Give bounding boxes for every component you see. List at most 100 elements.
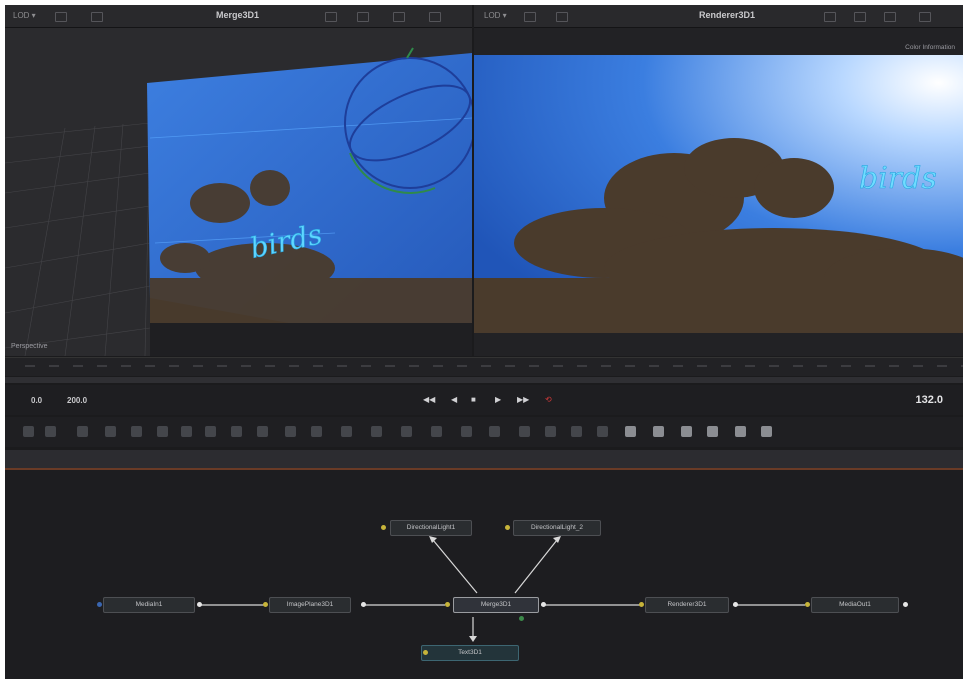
- tool-icon[interactable]: [571, 426, 582, 437]
- viewer-tool-icon[interactable]: [824, 12, 836, 22]
- text3d-render: birds: [859, 161, 937, 196]
- play-reverse-button[interactable]: ◀: [451, 395, 457, 404]
- ruler-tick: [385, 365, 395, 367]
- ruler-tick: [529, 365, 539, 367]
- tool-icon[interactable]: [461, 426, 472, 437]
- node-input-port[interactable]: [445, 602, 450, 607]
- ruler-tick: [25, 365, 35, 367]
- fusion-page: LOD ▾ Merge3D1 LOD ▾ Renderer3D1 birds P…: [5, 5, 963, 679]
- ruler-tick: [409, 365, 419, 367]
- viewer-left-corner-label: Perspective: [11, 343, 48, 350]
- tool-icon[interactable]: [653, 426, 664, 437]
- viewer-right-corner-label: Color Information: [905, 44, 955, 51]
- node-input-port[interactable]: [97, 602, 102, 607]
- render-start-field[interactable]: 0.0: [31, 396, 42, 405]
- viewer-tool-icon[interactable]: [393, 12, 405, 22]
- tool-icon[interactable]: [597, 426, 608, 437]
- node-output-port[interactable]: [541, 602, 546, 607]
- ruler-tick: [121, 365, 131, 367]
- tool-icon[interactable]: [311, 426, 322, 437]
- tool-icon[interactable]: [105, 426, 116, 437]
- tool-icon[interactable]: [681, 426, 692, 437]
- node-output-port[interactable]: [197, 602, 202, 607]
- node-mediaout[interactable]: MediaOut1: [811, 597, 899, 613]
- play-forward-button[interactable]: ▶: [495, 395, 501, 404]
- tool-icon[interactable]: [285, 426, 296, 437]
- node-input-port[interactable]: [505, 525, 510, 530]
- tool-icon[interactable]: [23, 426, 34, 437]
- tool-icon[interactable]: [707, 426, 718, 437]
- ruler-tick: [97, 365, 107, 367]
- viewer-left[interactable]: birds Perspective: [5, 28, 472, 356]
- node-editor[interactable]: DirectionalLight1 DirectionalLight_2 Med…: [5, 470, 963, 679]
- tool-icon[interactable]: [131, 426, 142, 437]
- viewer-tool-icon[interactable]: [524, 12, 536, 22]
- node-output-port[interactable]: [903, 602, 908, 607]
- node-input-port[interactable]: [639, 602, 644, 607]
- render-output: birds: [474, 55, 963, 333]
- ruler-tick: [337, 365, 347, 367]
- ruler-tick: [769, 365, 779, 367]
- node-output-port[interactable]: [361, 602, 366, 607]
- node-directional-light-2[interactable]: DirectionalLight_2: [513, 520, 601, 536]
- ruler-tick: [625, 365, 635, 367]
- node-directional-light-1[interactable]: DirectionalLight1: [390, 520, 472, 536]
- node-input-port[interactable]: [423, 650, 428, 655]
- ruler-tick: [193, 365, 203, 367]
- node-imageplane3d[interactable]: ImagePlane3D1: [269, 597, 351, 613]
- ruler-tick: [361, 365, 371, 367]
- ruler-tick: [241, 365, 251, 367]
- tool-icon[interactable]: [371, 426, 382, 437]
- node-mask-port[interactable]: [519, 616, 524, 621]
- viewer-tool-icon[interactable]: [55, 12, 67, 22]
- viewer-tool-icon[interactable]: [91, 12, 103, 22]
- node-input-port[interactable]: [381, 525, 386, 530]
- tool-icon[interactable]: [341, 426, 352, 437]
- tool-icon[interactable]: [431, 426, 442, 437]
- loop-button[interactable]: ⟲: [545, 395, 552, 404]
- tool-icon[interactable]: [257, 426, 268, 437]
- node-output-port[interactable]: [733, 602, 738, 607]
- go-to-end-button[interactable]: ▶▶: [517, 395, 529, 404]
- node-mediain[interactable]: MediaIn1: [103, 597, 195, 613]
- tool-icon[interactable]: [545, 426, 556, 437]
- tool-icon[interactable]: [401, 426, 412, 437]
- node-input-port[interactable]: [805, 602, 810, 607]
- viewer-tool-icon[interactable]: [325, 12, 337, 22]
- node-merge3d[interactable]: Merge3D1: [453, 597, 539, 613]
- node-renderer3d[interactable]: Renderer3D1: [645, 597, 729, 613]
- ruler-tick: [553, 365, 563, 367]
- tool-icon[interactable]: [181, 426, 192, 437]
- viewer-tool-icon[interactable]: [919, 12, 931, 22]
- tool-icon[interactable]: [205, 426, 216, 437]
- viewer-tool-icon[interactable]: [884, 12, 896, 22]
- ruler-tick: [217, 365, 227, 367]
- ruler-tick: [433, 365, 443, 367]
- viewer-tool-icon[interactable]: [854, 12, 866, 22]
- tool-icon[interactable]: [157, 426, 168, 437]
- viewer-tool-icon[interactable]: [357, 12, 369, 22]
- tool-icon[interactable]: [761, 426, 772, 437]
- tool-icon[interactable]: [735, 426, 746, 437]
- tool-icon[interactable]: [489, 426, 500, 437]
- stop-button[interactable]: ■: [471, 395, 476, 404]
- tool-icon[interactable]: [519, 426, 530, 437]
- perspective-scene: birds: [5, 47, 472, 356]
- tool-icon[interactable]: [231, 426, 242, 437]
- ruler-tick: [673, 365, 683, 367]
- tool-icon[interactable]: [625, 426, 636, 437]
- tool-icon[interactable]: [45, 426, 56, 437]
- viewer-right[interactable]: birds Color Information: [474, 28, 963, 356]
- node-input-port[interactable]: [263, 602, 268, 607]
- viewer-right-title: Renderer3D1: [699, 10, 756, 20]
- lod-dropdown-right[interactable]: LOD ▾: [484, 11, 507, 20]
- render-end-field[interactable]: 200.0: [67, 396, 87, 405]
- time-scrubber[interactable]: [5, 377, 963, 383]
- go-to-start-button[interactable]: ◀◀: [423, 395, 435, 404]
- node-text3d[interactable]: Text3D1: [421, 645, 519, 661]
- time-ruler[interactable]: [5, 357, 963, 376]
- tool-icon[interactable]: [77, 426, 88, 437]
- viewer-tool-icon[interactable]: [556, 12, 568, 22]
- viewer-tool-icon[interactable]: [429, 12, 441, 22]
- lod-dropdown-left[interactable]: LOD ▾: [13, 11, 36, 20]
